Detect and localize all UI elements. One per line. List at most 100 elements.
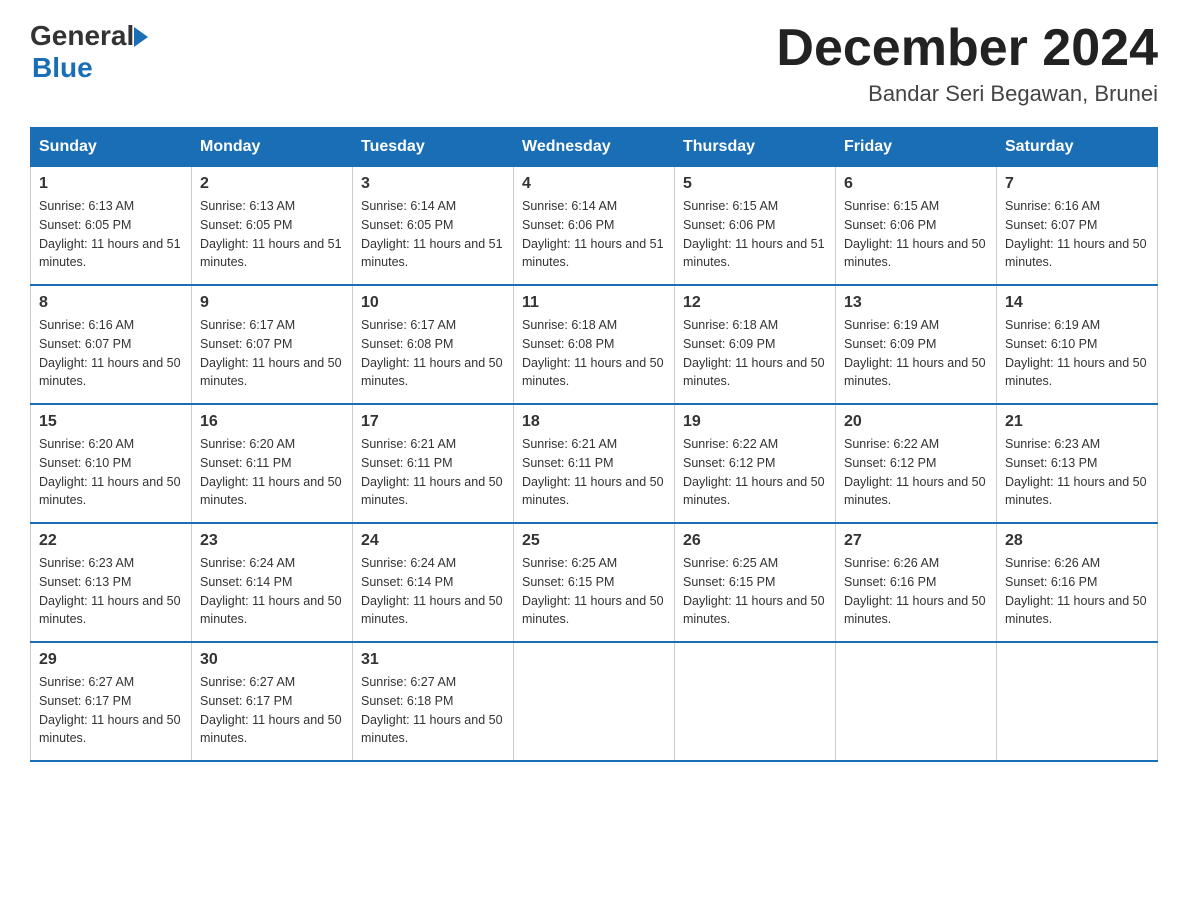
day-number: 13: [844, 294, 988, 312]
col-header-thursday: Thursday: [675, 128, 836, 167]
calendar-cell: 4 Sunrise: 6:14 AM Sunset: 6:06 PM Dayli…: [514, 167, 675, 286]
day-number: 10: [361, 294, 505, 312]
calendar-cell: [997, 642, 1158, 761]
calendar-cell: 24 Sunrise: 6:24 AM Sunset: 6:14 PM Dayl…: [353, 523, 514, 642]
day-info: Sunrise: 6:25 AM Sunset: 6:15 PM Dayligh…: [522, 554, 666, 629]
calendar-cell: 10 Sunrise: 6:17 AM Sunset: 6:08 PM Dayl…: [353, 285, 514, 404]
day-info: Sunrise: 6:22 AM Sunset: 6:12 PM Dayligh…: [683, 435, 827, 510]
day-number: 23: [200, 532, 344, 550]
day-number: 2: [200, 175, 344, 193]
col-header-sunday: Sunday: [31, 128, 192, 167]
day-number: 24: [361, 532, 505, 550]
day-info: Sunrise: 6:14 AM Sunset: 6:05 PM Dayligh…: [361, 197, 505, 272]
day-number: 6: [844, 175, 988, 193]
calendar-cell: [675, 642, 836, 761]
day-number: 17: [361, 413, 505, 431]
calendar-week-row: 8 Sunrise: 6:16 AM Sunset: 6:07 PM Dayli…: [31, 285, 1158, 404]
calendar-cell: 8 Sunrise: 6:16 AM Sunset: 6:07 PM Dayli…: [31, 285, 192, 404]
calendar-cell: 3 Sunrise: 6:14 AM Sunset: 6:05 PM Dayli…: [353, 167, 514, 286]
day-number: 9: [200, 294, 344, 312]
calendar-cell: [514, 642, 675, 761]
day-info: Sunrise: 6:23 AM Sunset: 6:13 PM Dayligh…: [39, 554, 183, 629]
day-number: 12: [683, 294, 827, 312]
day-info: Sunrise: 6:25 AM Sunset: 6:15 PM Dayligh…: [683, 554, 827, 629]
calendar-header-row: SundayMondayTuesdayWednesdayThursdayFrid…: [31, 128, 1158, 167]
calendar-cell: 5 Sunrise: 6:15 AM Sunset: 6:06 PM Dayli…: [675, 167, 836, 286]
day-info: Sunrise: 6:21 AM Sunset: 6:11 PM Dayligh…: [361, 435, 505, 510]
col-header-wednesday: Wednesday: [514, 128, 675, 167]
col-header-tuesday: Tuesday: [353, 128, 514, 167]
day-number: 29: [39, 651, 183, 669]
day-info: Sunrise: 6:20 AM Sunset: 6:10 PM Dayligh…: [39, 435, 183, 510]
calendar-cell: 27 Sunrise: 6:26 AM Sunset: 6:16 PM Dayl…: [836, 523, 997, 642]
day-info: Sunrise: 6:13 AM Sunset: 6:05 PM Dayligh…: [200, 197, 344, 272]
day-number: 14: [1005, 294, 1149, 312]
calendar-week-row: 22 Sunrise: 6:23 AM Sunset: 6:13 PM Dayl…: [31, 523, 1158, 642]
day-number: 27: [844, 532, 988, 550]
day-number: 18: [522, 413, 666, 431]
calendar-cell: 17 Sunrise: 6:21 AM Sunset: 6:11 PM Dayl…: [353, 404, 514, 523]
calendar-cell: 30 Sunrise: 6:27 AM Sunset: 6:17 PM Dayl…: [192, 642, 353, 761]
calendar-week-row: 29 Sunrise: 6:27 AM Sunset: 6:17 PM Dayl…: [31, 642, 1158, 761]
calendar-week-row: 15 Sunrise: 6:20 AM Sunset: 6:10 PM Dayl…: [31, 404, 1158, 523]
day-info: Sunrise: 6:14 AM Sunset: 6:06 PM Dayligh…: [522, 197, 666, 272]
logo: General Blue: [30, 20, 148, 84]
calendar-cell: 22 Sunrise: 6:23 AM Sunset: 6:13 PM Dayl…: [31, 523, 192, 642]
day-info: Sunrise: 6:15 AM Sunset: 6:06 PM Dayligh…: [683, 197, 827, 272]
day-number: 11: [522, 294, 666, 312]
calendar-cell: 29 Sunrise: 6:27 AM Sunset: 6:17 PM Dayl…: [31, 642, 192, 761]
calendar-cell: 19 Sunrise: 6:22 AM Sunset: 6:12 PM Dayl…: [675, 404, 836, 523]
month-title: December 2024: [776, 20, 1158, 77]
calendar-cell: 14 Sunrise: 6:19 AM Sunset: 6:10 PM Dayl…: [997, 285, 1158, 404]
day-info: Sunrise: 6:26 AM Sunset: 6:16 PM Dayligh…: [844, 554, 988, 629]
page-header: General Blue December 2024 Bandar Seri B…: [30, 20, 1158, 107]
day-number: 19: [683, 413, 827, 431]
calendar-cell: 21 Sunrise: 6:23 AM Sunset: 6:13 PM Dayl…: [997, 404, 1158, 523]
day-info: Sunrise: 6:16 AM Sunset: 6:07 PM Dayligh…: [39, 316, 183, 391]
day-number: 5: [683, 175, 827, 193]
col-header-friday: Friday: [836, 128, 997, 167]
day-info: Sunrise: 6:26 AM Sunset: 6:16 PM Dayligh…: [1005, 554, 1149, 629]
day-info: Sunrise: 6:13 AM Sunset: 6:05 PM Dayligh…: [39, 197, 183, 272]
calendar-cell: 18 Sunrise: 6:21 AM Sunset: 6:11 PM Dayl…: [514, 404, 675, 523]
day-info: Sunrise: 6:16 AM Sunset: 6:07 PM Dayligh…: [1005, 197, 1149, 272]
day-info: Sunrise: 6:23 AM Sunset: 6:13 PM Dayligh…: [1005, 435, 1149, 510]
day-info: Sunrise: 6:27 AM Sunset: 6:17 PM Dayligh…: [39, 673, 183, 748]
day-number: 22: [39, 532, 183, 550]
day-info: Sunrise: 6:21 AM Sunset: 6:11 PM Dayligh…: [522, 435, 666, 510]
day-number: 30: [200, 651, 344, 669]
calendar-cell: 25 Sunrise: 6:25 AM Sunset: 6:15 PM Dayl…: [514, 523, 675, 642]
day-number: 31: [361, 651, 505, 669]
calendar-cell: 23 Sunrise: 6:24 AM Sunset: 6:14 PM Dayl…: [192, 523, 353, 642]
day-info: Sunrise: 6:27 AM Sunset: 6:18 PM Dayligh…: [361, 673, 505, 748]
title-block: December 2024 Bandar Seri Begawan, Brune…: [776, 20, 1158, 107]
calendar-cell: 1 Sunrise: 6:13 AM Sunset: 6:05 PM Dayli…: [31, 167, 192, 286]
calendar-week-row: 1 Sunrise: 6:13 AM Sunset: 6:05 PM Dayli…: [31, 167, 1158, 286]
calendar-cell: 26 Sunrise: 6:25 AM Sunset: 6:15 PM Dayl…: [675, 523, 836, 642]
calendar-cell: [836, 642, 997, 761]
calendar-cell: 9 Sunrise: 6:17 AM Sunset: 6:07 PM Dayli…: [192, 285, 353, 404]
logo-general-text: General: [30, 20, 134, 52]
day-info: Sunrise: 6:19 AM Sunset: 6:10 PM Dayligh…: [1005, 316, 1149, 391]
calendar-cell: 15 Sunrise: 6:20 AM Sunset: 6:10 PM Dayl…: [31, 404, 192, 523]
day-info: Sunrise: 6:22 AM Sunset: 6:12 PM Dayligh…: [844, 435, 988, 510]
calendar-cell: 28 Sunrise: 6:26 AM Sunset: 6:16 PM Dayl…: [997, 523, 1158, 642]
day-info: Sunrise: 6:18 AM Sunset: 6:09 PM Dayligh…: [683, 316, 827, 391]
day-number: 21: [1005, 413, 1149, 431]
calendar-cell: 6 Sunrise: 6:15 AM Sunset: 6:06 PM Dayli…: [836, 167, 997, 286]
calendar-cell: 11 Sunrise: 6:18 AM Sunset: 6:08 PM Dayl…: [514, 285, 675, 404]
day-info: Sunrise: 6:27 AM Sunset: 6:17 PM Dayligh…: [200, 673, 344, 748]
calendar-cell: 12 Sunrise: 6:18 AM Sunset: 6:09 PM Dayl…: [675, 285, 836, 404]
day-number: 20: [844, 413, 988, 431]
col-header-saturday: Saturday: [997, 128, 1158, 167]
calendar-cell: 31 Sunrise: 6:27 AM Sunset: 6:18 PM Dayl…: [353, 642, 514, 761]
day-number: 28: [1005, 532, 1149, 550]
day-number: 4: [522, 175, 666, 193]
calendar-table: SundayMondayTuesdayWednesdayThursdayFrid…: [30, 127, 1158, 762]
day-number: 3: [361, 175, 505, 193]
day-info: Sunrise: 6:24 AM Sunset: 6:14 PM Dayligh…: [200, 554, 344, 629]
day-number: 16: [200, 413, 344, 431]
day-info: Sunrise: 6:24 AM Sunset: 6:14 PM Dayligh…: [361, 554, 505, 629]
calendar-cell: 13 Sunrise: 6:19 AM Sunset: 6:09 PM Dayl…: [836, 285, 997, 404]
day-number: 15: [39, 413, 183, 431]
